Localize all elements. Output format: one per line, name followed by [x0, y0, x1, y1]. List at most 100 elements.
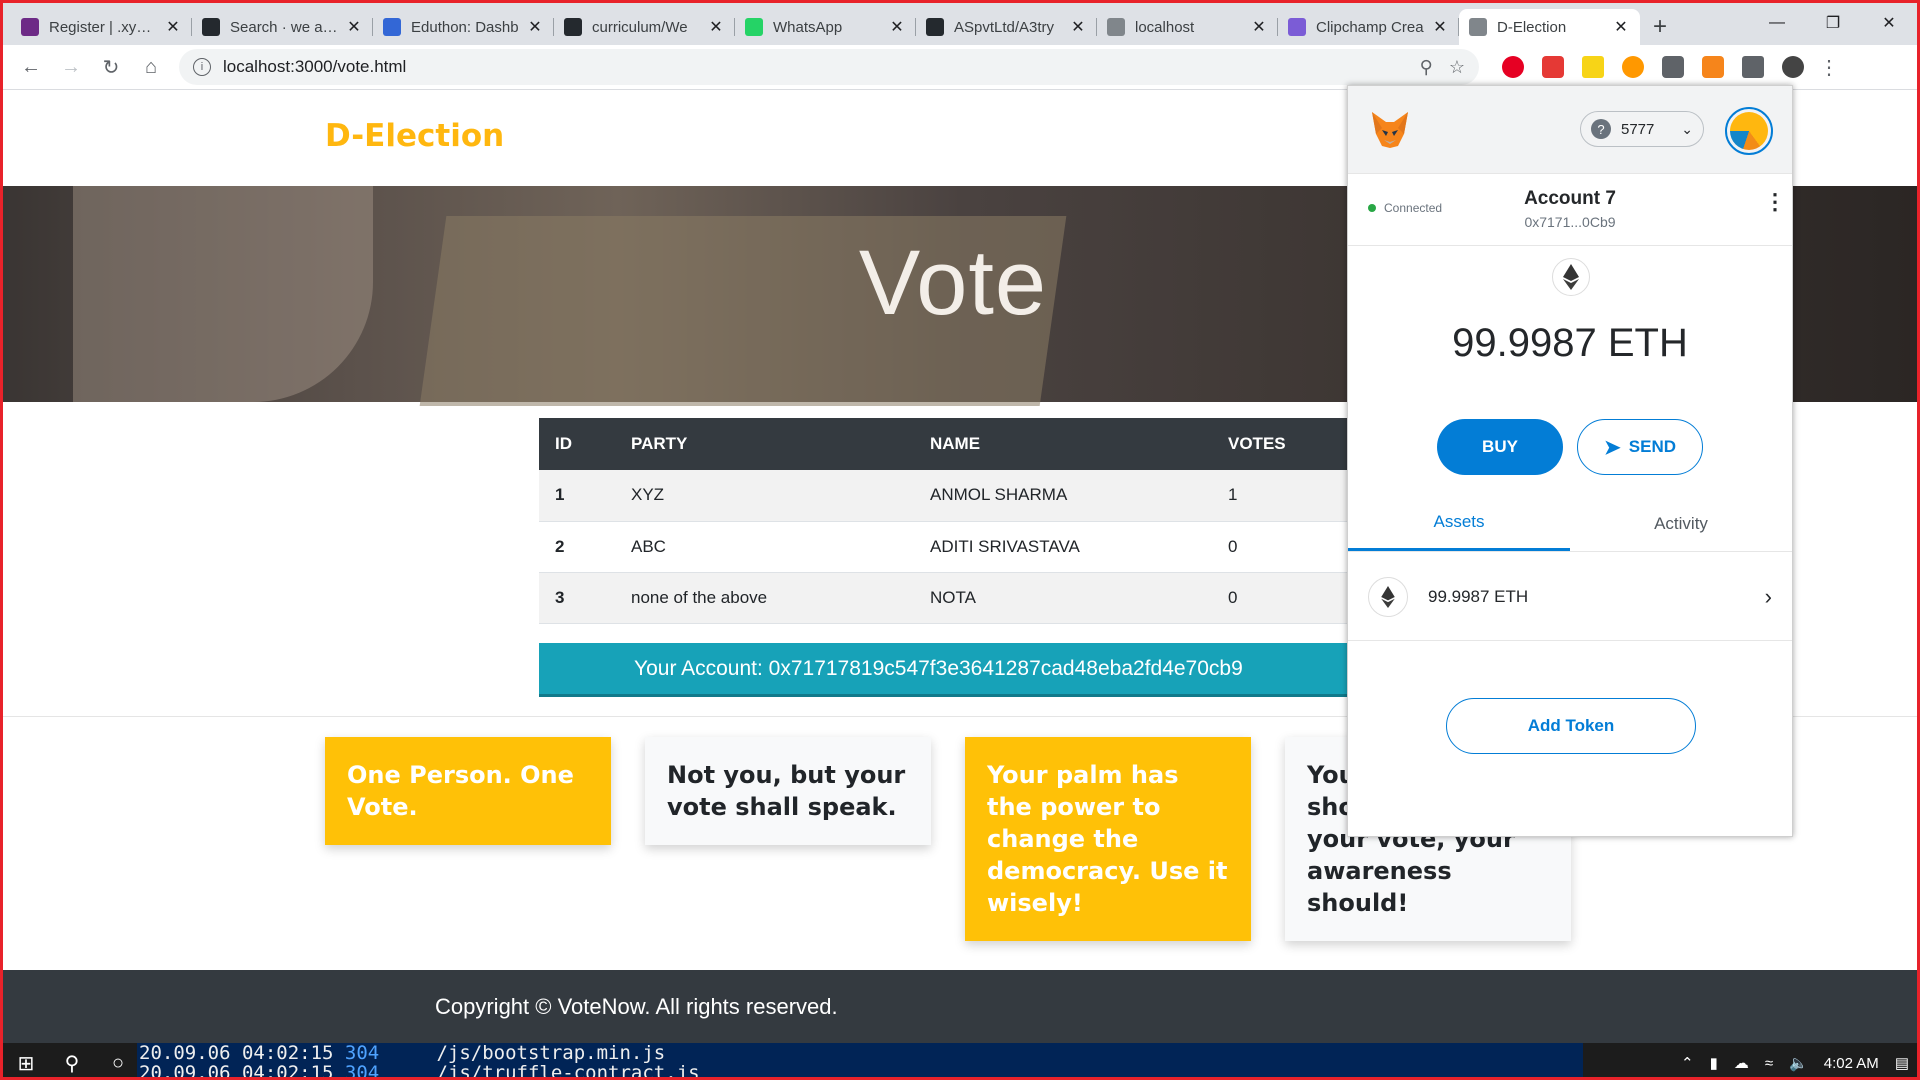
- account-banner: Your Account: 0x71717819c547f3e3641287ca…: [539, 643, 1411, 697]
- browser-tab[interactable]: Eduthon: Dashb ✕: [373, 9, 554, 45]
- extension-icon[interactable]: [1582, 56, 1604, 78]
- network-selector[interactable]: ? 5777 ⌄: [1580, 111, 1704, 147]
- globe-favicon-icon: [1469, 18, 1487, 36]
- browser-tab[interactable]: ASpvtLtd/A3try ✕: [916, 9, 1097, 45]
- browser-tab[interactable]: WhatsApp ✕: [735, 9, 916, 45]
- forward-icon[interactable]: →: [51, 47, 91, 87]
- ethereum-icon: [1368, 576, 1408, 617]
- tab-title: localhost: [1135, 18, 1195, 36]
- github-favicon-icon: [564, 18, 582, 36]
- home-icon[interactable]: ⌂: [131, 47, 171, 87]
- send-button[interactable]: ➤ SEND: [1577, 419, 1703, 475]
- close-tab-icon[interactable]: ✕: [1250, 17, 1268, 37]
- search-icon[interactable]: ⚲: [49, 1043, 95, 1077]
- browser-toolbar: ← → ↻ ⌂ i localhost:3000/vote.html ⚲ ☆ ⋮: [3, 45, 1917, 90]
- network-label: 5777: [1621, 120, 1655, 138]
- cortana-icon[interactable]: ○: [95, 1043, 141, 1077]
- close-tab-icon[interactable]: ✕: [1069, 17, 1087, 37]
- battery-icon[interactable]: ▮: [1710, 1054, 1718, 1072]
- tab-title: curriculum/We: [592, 18, 688, 36]
- clock[interactable]: 4:02 AM: [1824, 1055, 1879, 1072]
- terminal-output: 20.09.06 04:02:15 304 /js/bootstrap.min.…: [137, 1043, 1583, 1077]
- metamask-fox-icon: [1372, 112, 1408, 148]
- tab-activity[interactable]: Activity: [1570, 496, 1792, 551]
- question-icon: ?: [1591, 119, 1611, 139]
- close-tab-icon[interactable]: ✕: [888, 17, 906, 37]
- asset-row-eth[interactable]: 99.9987 ETH ›: [1348, 553, 1792, 641]
- reload-icon[interactable]: ↻: [91, 47, 131, 87]
- extension-icon[interactable]: [1662, 56, 1684, 78]
- col-party-header: PARTY: [615, 418, 914, 470]
- minimize-icon[interactable]: —: [1749, 3, 1805, 43]
- chevron-up-icon[interactable]: ⌃: [1681, 1054, 1694, 1072]
- tab-assets[interactable]: Assets: [1348, 496, 1570, 551]
- close-tab-icon[interactable]: ✕: [164, 17, 182, 37]
- tab-title: Search · we app: [230, 18, 339, 36]
- account-name[interactable]: Account 7: [1348, 188, 1792, 210]
- browser-tab[interactable]: Clipchamp Crea ✕: [1278, 9, 1459, 45]
- close-tab-icon[interactable]: ✕: [707, 17, 725, 37]
- extension-icon[interactable]: [1542, 56, 1564, 78]
- account-options-icon[interactable]: ⋮: [1764, 191, 1786, 213]
- menu-kebab-icon[interactable]: ⋮: [1819, 55, 1839, 80]
- browser-tab[interactable]: curriculum/We ✕: [554, 9, 735, 45]
- col-name-header: NAME: [914, 418, 1212, 470]
- tab-title: Eduthon: Dashb: [411, 18, 519, 36]
- restore-icon[interactable]: ❐: [1805, 3, 1861, 43]
- brand-logo[interactable]: D-Election: [325, 118, 504, 154]
- new-tab-button[interactable]: +: [1640, 9, 1680, 45]
- puzzle-extensions-icon[interactable]: [1742, 56, 1764, 78]
- site-info-icon[interactable]: i: [193, 58, 211, 76]
- windows-start-icon[interactable]: ⊞: [3, 1043, 49, 1077]
- back-icon[interactable]: ←: [11, 47, 51, 87]
- cell-party: none of the above: [615, 572, 914, 624]
- quote-card: Not you, but your vote shall speak.: [645, 737, 931, 845]
- metamask-extension-icon[interactable]: [1702, 56, 1724, 78]
- cell-party: ABC: [615, 521, 914, 573]
- doc-favicon-icon: [383, 18, 401, 36]
- account-address[interactable]: 0x7171...0Cb9: [1348, 214, 1792, 230]
- chevron-right-icon: ›: [1764, 583, 1772, 609]
- bookmark-star-icon[interactable]: ☆: [1449, 57, 1465, 78]
- onedrive-cloud-icon[interactable]: ☁: [1734, 1054, 1749, 1072]
- close-tab-icon[interactable]: ✕: [345, 17, 363, 37]
- close-tab-icon[interactable]: ✕: [526, 17, 544, 37]
- whatsapp-favicon-icon: [745, 18, 763, 36]
- close-window-icon[interactable]: ✕: [1861, 3, 1917, 43]
- address-bar[interactable]: i localhost:3000/vote.html ⚲ ☆: [179, 49, 1479, 85]
- url-text[interactable]: localhost:3000/vote.html: [223, 57, 1404, 77]
- close-tab-icon[interactable]: ✕: [1431, 17, 1449, 37]
- close-tab-icon[interactable]: ✕: [1612, 17, 1630, 37]
- wifi-icon[interactable]: ≈: [1765, 1055, 1773, 1072]
- screen: Register | .xyz D ✕ Search · we app ✕ Edutho…: [0, 0, 1920, 1080]
- cell-party: XYZ: [615, 470, 914, 522]
- github-favicon-icon: [926, 18, 944, 36]
- cell-id: 1: [539, 470, 615, 522]
- github-favicon-icon: [202, 18, 220, 36]
- add-token-button[interactable]: Add Token: [1446, 698, 1696, 754]
- console-line: 20.09.06 04:02:15 304 /js/bootstrap.min.…: [139, 1043, 666, 1064]
- metamask-tabs: Assets Activity: [1348, 496, 1792, 552]
- copyright-text: Copyright © VoteNow. All rights reserved…: [435, 993, 838, 1019]
- chevron-down-icon: ⌄: [1681, 120, 1693, 137]
- cell-name: NOTA: [914, 572, 1212, 624]
- cell-name: ADITI SRIVASTAVA: [914, 521, 1212, 573]
- volume-icon[interactable]: 🔈: [1789, 1054, 1808, 1072]
- cell-id: 2: [539, 521, 615, 573]
- browser-tab[interactable]: localhost ✕: [1097, 9, 1278, 45]
- pinterest-extension-icon[interactable]: [1502, 56, 1524, 78]
- notifications-icon[interactable]: ▤: [1895, 1054, 1909, 1072]
- profile-avatar[interactable]: [1782, 56, 1804, 78]
- buy-button[interactable]: BUY: [1437, 419, 1563, 475]
- candidates-table: ID PARTY NAME VOTES 1 XYZ ANMOL SHARMA 1…: [539, 418, 1411, 624]
- tab-title: ASpvtLtd/A3try: [954, 18, 1055, 36]
- zoom-icon[interactable]: ⚲: [1420, 57, 1433, 78]
- browser-tab[interactable]: Search · we app ✕: [192, 9, 373, 45]
- browser-tab[interactable]: D-Election ✕: [1459, 9, 1640, 45]
- browser-tab[interactable]: Register | .xyz D ✕: [11, 9, 192, 45]
- account-avatar[interactable]: [1725, 107, 1773, 155]
- quote-card: Your palm has the power to change the de…: [965, 737, 1251, 941]
- extension-icon[interactable]: [1622, 56, 1644, 78]
- send-label: SEND: [1628, 437, 1676, 456]
- cell-name: ANMOL SHARMA: [914, 470, 1212, 522]
